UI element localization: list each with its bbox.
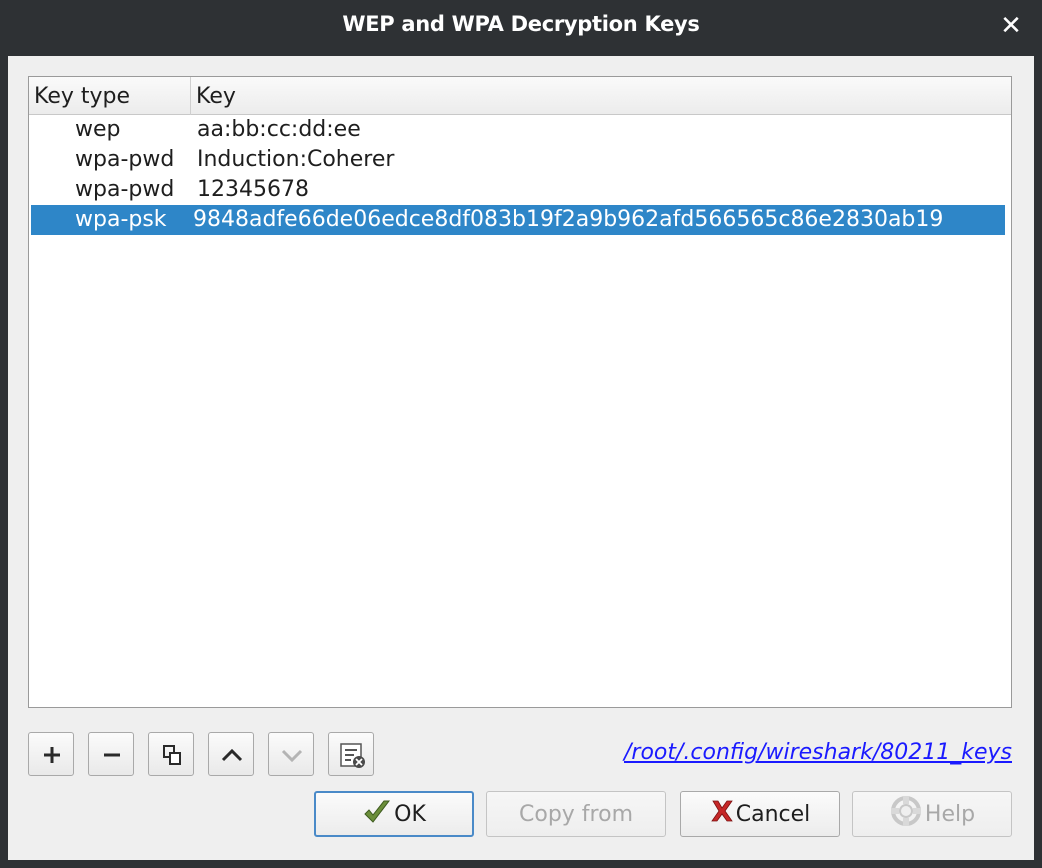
- help-label: Help: [924, 801, 976, 827]
- column-header-key[interactable]: Key: [191, 77, 1011, 115]
- table-row[interactable]: wpa-pwd 12345678: [29, 175, 1011, 205]
- table-row-selected[interactable]: wpa-psk 9848adfe66de06edce8df083b19f2a9b…: [31, 205, 1005, 235]
- key-cell: Induction:Coherer: [197, 147, 395, 172]
- ok-label: OK: [394, 801, 426, 827]
- key-type-cell: wpa-pwd: [75, 177, 175, 202]
- chevron-down-icon: [281, 749, 303, 763]
- clear-button[interactable]: [328, 732, 374, 776]
- key-type-cell: wpa-pwd: [75, 147, 175, 172]
- copy-from-button[interactable]: Copy from: [486, 791, 666, 837]
- key-type-cell: wpa-psk: [75, 207, 167, 232]
- cancel-button[interactable]: Cancel: [680, 791, 840, 837]
- keys-table[interactable]: Key type Key wep aa:bb:cc:dd:ee wpa-pwd …: [28, 76, 1012, 708]
- key-cell: 12345678: [197, 177, 309, 202]
- key-cell: aa:bb:cc:dd:ee: [197, 117, 361, 142]
- dialog-body: Key type Key wep aa:bb:cc:dd:ee wpa-pwd …: [8, 56, 1034, 860]
- table-row[interactable]: wpa-pwd Induction:Coherer: [29, 145, 1011, 175]
- key-cell: 9848adfe66de06edce8df083b19f2a9b962afd56…: [193, 207, 944, 232]
- minus-icon: [104, 753, 120, 757]
- table-header: Key type Key: [29, 77, 1011, 115]
- table-row[interactable]: wep aa:bb:cc:dd:ee: [29, 115, 1011, 145]
- help-lifebuoy-icon: [889, 794, 923, 834]
- keys-file-path-link[interactable]: /root/.config/wireshark/80211_keys: [624, 740, 1012, 765]
- chevron-up-icon: [221, 748, 243, 762]
- help-button[interactable]: Help: [852, 791, 1012, 837]
- cancel-label: Cancel: [735, 801, 811, 827]
- remove-button[interactable]: [88, 732, 134, 776]
- close-icon[interactable]: ✕: [998, 11, 1024, 41]
- plus-icon: [44, 747, 60, 763]
- title-bar[interactable]: WEP and WPA Decryption Keys ✕: [0, 0, 1042, 54]
- clear-list-icon: [340, 743, 365, 768]
- column-header-key-type[interactable]: Key type: [29, 77, 191, 115]
- copy-button[interactable]: [148, 732, 194, 776]
- copy-icon: [163, 745, 181, 765]
- table-rows: wep aa:bb:cc:dd:ee wpa-pwd Induction:Coh…: [29, 115, 1011, 235]
- ok-button[interactable]: OK: [314, 791, 474, 837]
- copy-from-label: Copy from: [519, 801, 633, 827]
- dialog-window: WEP and WPA Decryption Keys ✕ Key type K…: [0, 0, 1042, 868]
- add-button[interactable]: [28, 732, 74, 776]
- cancel-x-icon: [710, 798, 734, 830]
- key-type-cell: wep: [75, 117, 121, 142]
- move-down-button[interactable]: [268, 732, 314, 776]
- move-up-button[interactable]: [208, 732, 254, 776]
- window-title: WEP and WPA Decryption Keys: [342, 12, 700, 36]
- ok-check-icon: [362, 798, 392, 830]
